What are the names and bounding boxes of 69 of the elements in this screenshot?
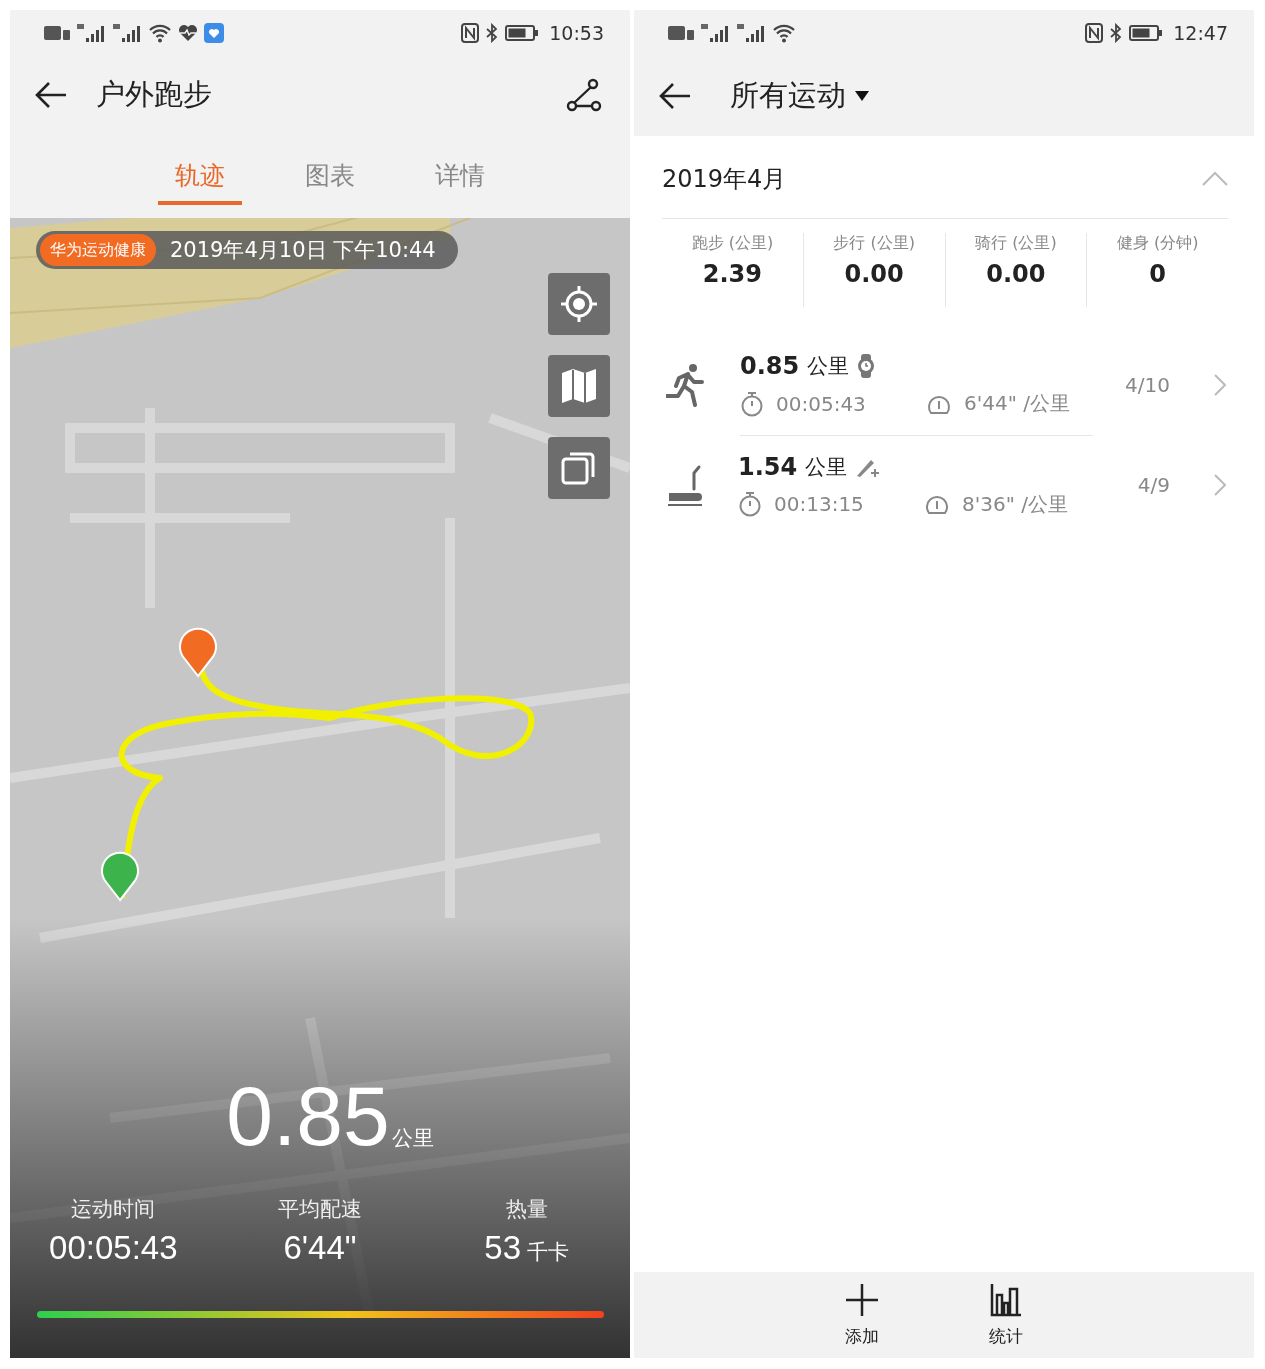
- activity-duration: 00:05:43: [776, 391, 867, 416]
- statistics-button[interactable]: 统计: [978, 1272, 1034, 1358]
- chevron-right-icon: [1214, 374, 1226, 396]
- bar-chart-icon: [990, 1282, 1022, 1317]
- wifi-icon: [772, 22, 796, 43]
- signal-icon: [700, 22, 730, 43]
- activity-date: 4/10: [1125, 373, 1170, 397]
- app-icon: [204, 22, 224, 43]
- summary-label: 步行 (公里): [833, 233, 915, 254]
- crosshair-icon: [559, 284, 599, 324]
- heart-icon: [178, 23, 198, 42]
- stat-value: 53 千卡: [484, 1229, 570, 1267]
- route-icon[interactable]: [566, 78, 602, 112]
- watch-icon: [857, 354, 876, 378]
- summary-value: 2.39: [702, 260, 762, 288]
- nfc-icon: [461, 22, 480, 43]
- signal-icon: [736, 22, 766, 43]
- activity-distance: 0.85: [740, 352, 800, 380]
- stopwatch-icon: [738, 491, 762, 517]
- sport-filter-dropdown[interactable]: 所有运动: [730, 75, 870, 116]
- summary-value: 0: [1149, 260, 1166, 288]
- battery-icon: [505, 23, 540, 42]
- locate-button[interactable]: [548, 273, 610, 335]
- activity-date: 4/9: [1137, 473, 1170, 497]
- summary-label: 骑行 (公里): [975, 233, 1057, 254]
- wifi-icon: [148, 22, 172, 43]
- summary-label: 健身 (分钟): [1116, 233, 1199, 254]
- summary-label: 跑步 (公里): [691, 233, 774, 254]
- stat-value: 00:05:43: [49, 1229, 178, 1267]
- distance-unit: 公里: [391, 1125, 434, 1152]
- hd-icon: [668, 24, 694, 41]
- workout-datetime: 2019年4月10日 下午10:44: [170, 237, 436, 264]
- chevron-right-icon: [1214, 474, 1226, 496]
- stat-label: 平均配速: [278, 1196, 362, 1223]
- back-arrow-icon[interactable]: [658, 80, 692, 111]
- activity-row[interactable]: 0.85 公里 00:05:43 6'44" /公里 4/10: [634, 335, 1254, 435]
- hd-icon: [44, 24, 70, 41]
- caret-down-icon: [854, 89, 870, 102]
- signal-icon: [76, 22, 106, 43]
- bluetooth-icon: [485, 22, 500, 43]
- stat-value: 6'44": [283, 1229, 357, 1267]
- copy-button[interactable]: [548, 437, 610, 499]
- activity-pace: 6'44" /公里: [964, 390, 1070, 417]
- folded-map-icon: [560, 367, 598, 405]
- signal-icon: [112, 22, 142, 43]
- distance-unit: 公里: [805, 453, 848, 481]
- bluetooth-icon: [1109, 22, 1124, 43]
- map-layer-button[interactable]: [548, 355, 610, 417]
- stopwatch-icon: [740, 390, 764, 417]
- status-time: 10:53: [549, 21, 604, 44]
- stat-label: 运动时间: [71, 1196, 156, 1223]
- distance-unit: 公里: [807, 353, 850, 380]
- back-arrow-icon[interactable]: [34, 80, 68, 110]
- source-badge: 华为运动健康: [40, 234, 156, 266]
- month-title: 2019年4月: [662, 163, 787, 195]
- screen-title: 户外跑步: [96, 76, 213, 113]
- plus-icon: [845, 1282, 879, 1317]
- stat-label: 热量: [505, 1196, 548, 1223]
- summary-value: 0.00: [844, 260, 904, 288]
- activity-duration: 00:13:15: [774, 492, 865, 516]
- status-time: 12:47: [1173, 21, 1228, 44]
- nfc-icon: [1085, 22, 1104, 43]
- summary-value: 0.00: [986, 260, 1046, 288]
- activity-row[interactable]: 1.54 公里 00:13:15 8'36" /公里 4/9: [634, 435, 1254, 535]
- add-button[interactable]: 添加: [834, 1272, 890, 1358]
- activity-distance: 1.54: [738, 452, 798, 481]
- activity-pace: 8'36" /公里: [962, 490, 1068, 518]
- battery-icon: [1129, 23, 1164, 42]
- distance-value: 0.85: [226, 1071, 390, 1161]
